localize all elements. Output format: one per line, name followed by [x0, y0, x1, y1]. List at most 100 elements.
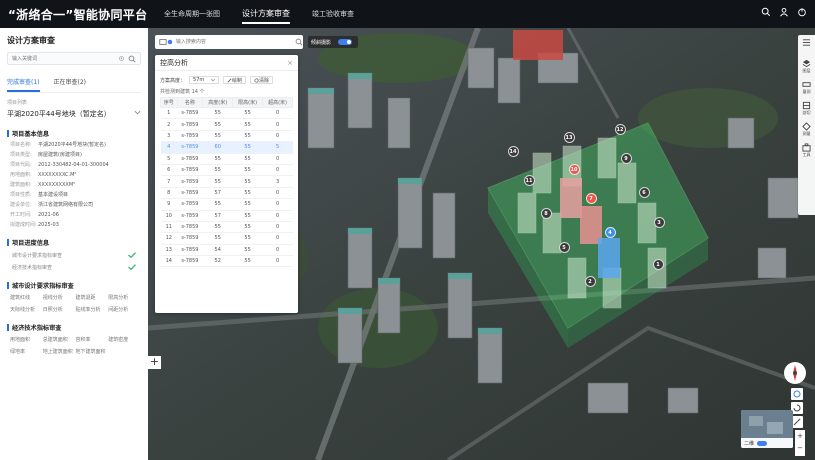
check-icon: [128, 252, 136, 258]
nav-completion-review[interactable]: 竣工验收审查: [312, 0, 354, 28]
city-item[interactable]: 日照分析: [43, 306, 76, 313]
zoom-control: + −: [795, 430, 805, 456]
econ-item[interactable]: 地下建筑面积: [76, 348, 109, 355]
building-marker[interactable]: 13: [563, 131, 575, 143]
column-header: 序号: [160, 97, 178, 108]
table-row[interactable]: 13 s-7859 54 55 0: [160, 244, 293, 257]
toolbox-tool[interactable]: 工具: [799, 143, 814, 164]
table-row[interactable]: 8 s-7859 57 55 0: [160, 187, 293, 200]
table-cell: 6: [160, 164, 178, 177]
nav-lifecycle-map[interactable]: 全生命周期一张图: [164, 0, 220, 28]
search-input[interactable]: [8, 53, 108, 64]
table-cell: 3: [262, 175, 293, 188]
table-row[interactable]: 6 s-7859 55 55 0: [160, 164, 293, 177]
2d-toggle[interactable]: 二维: [741, 438, 793, 448]
draw-button[interactable]: 绘制: [223, 76, 247, 84]
table-cell: 11: [160, 221, 178, 234]
building-marker[interactable]: 2: [584, 275, 596, 287]
building-marker[interactable]: 12: [614, 123, 626, 135]
check-icon: [128, 264, 136, 270]
zoom-in-button[interactable]: +: [795, 430, 805, 442]
table-row[interactable]: 10 s-7859 57 55 0: [160, 210, 293, 222]
settings-icon[interactable]: [118, 55, 125, 62]
econ-item[interactable]: 建筑密度: [108, 336, 141, 343]
table-row[interactable]: 7 s-7859 55 55 3: [160, 175, 293, 188]
table-row[interactable]: 5 s-7859 55 55 0: [160, 153, 293, 165]
building-marker[interactable]: 10: [568, 163, 580, 175]
clear-button[interactable]: 清除: [250, 76, 274, 84]
building-marker[interactable]: 4: [604, 226, 616, 238]
econ-item[interactable]: 地上建筑面积: [43, 348, 76, 355]
main-nav: 全生命周期一张图 设计方案审查 竣工验收审查: [164, 0, 376, 28]
map-search-input[interactable]: [175, 37, 286, 47]
city-item[interactable]: 建筑退距: [76, 294, 109, 301]
building-marker[interactable]: 7: [585, 192, 597, 204]
info-key: 建设单位:: [10, 202, 32, 208]
table-cell: 7: [160, 175, 178, 188]
city-items: 建筑红线 视线分析 建筑退距 限高分析 天际线分析 日照分析 贴线率分析 间距分…: [10, 294, 141, 313]
table-row[interactable]: 4 s-7859 60 55 5: [160, 141, 293, 154]
table-cell: 3: [160, 130, 178, 143]
map-search: [155, 35, 303, 49]
menu-tool[interactable]: [799, 38, 814, 59]
econ-item[interactable]: 绿地率: [10, 348, 43, 355]
city-item[interactable]: 间距分析: [108, 306, 141, 313]
zoom-out-button[interactable]: −: [795, 442, 805, 454]
section-tool[interactable]: 剖切: [799, 101, 814, 122]
table-cell: 55: [202, 221, 233, 234]
building-marker[interactable]: 1: [652, 258, 664, 270]
city-item[interactable]: 贴线率分析: [76, 306, 109, 313]
building-marker[interactable]: 6: [638, 186, 650, 198]
econ-item[interactable]: 总建筑面积: [43, 336, 76, 343]
toggle-switch[interactable]: [338, 39, 353, 45]
city-item[interactable]: 建筑红线: [10, 294, 43, 301]
table-row[interactable]: 1 s-7859 55 55 0: [160, 107, 293, 120]
city-item[interactable]: 视线分析: [43, 294, 76, 301]
table-row[interactable]: 11 s-7859 55 55 0: [160, 221, 293, 234]
search-icon[interactable]: [761, 7, 773, 19]
search-icon[interactable]: [295, 38, 303, 46]
building-marker[interactable]: 5: [558, 241, 570, 253]
table-row[interactable]: 12 s-7859 55 55 0: [160, 232, 293, 245]
map-viewport[interactable]: 1234567891011121314 倾斜摄影 控高分析 × 方案高度： 57…: [148, 28, 815, 460]
layers-icon[interactable]: [159, 38, 167, 46]
table-cell: 0: [262, 118, 293, 131]
toggle-switch[interactable]: [757, 440, 768, 446]
table-row[interactable]: 2 s-7859 55 55 0: [160, 118, 293, 131]
building-marker[interactable]: 11: [523, 174, 535, 186]
project-select[interactable]: 平湖2020平44号地块（暂定名）: [7, 109, 141, 119]
view-button[interactable]: [791, 388, 803, 400]
compass[interactable]: [784, 362, 806, 384]
building-marker[interactable]: 8: [540, 207, 552, 219]
search-icon[interactable]: [128, 55, 136, 63]
econ-item[interactable]: 容积率: [76, 336, 109, 343]
nav-design-review[interactable]: 设计方案审查: [242, 0, 290, 28]
tab-completed[interactable]: 完成审查(1): [7, 75, 40, 92]
close-icon[interactable]: ×: [287, 59, 293, 67]
table-cell: 0: [262, 107, 293, 120]
city-item[interactable]: 天际线分析: [10, 306, 43, 313]
building-marker[interactable]: 3: [653, 216, 665, 228]
info-row: 项目性质: 基本建设项目: [10, 193, 141, 198]
height-select[interactable]: 57m: [189, 76, 220, 84]
layer-tool[interactable]: 图层: [799, 59, 814, 80]
expand-button[interactable]: +: [148, 356, 161, 369]
city-item[interactable]: 限高分析: [108, 294, 141, 301]
section-icon: [802, 101, 811, 110]
table-row[interactable]: 3 s-7859 55 55 0: [160, 130, 293, 143]
econ-item[interactable]: 用地面积: [10, 336, 43, 343]
table-cell: 55: [232, 130, 263, 143]
mini-map[interactable]: 二维: [741, 410, 793, 448]
info-value: 平湖2020平44号地块(暂定名): [38, 142, 106, 148]
table-cell: 0: [262, 244, 293, 257]
survey-tool[interactable]: 测量: [799, 122, 814, 143]
table-row[interactable]: 14 s-7859 52 55 0: [160, 255, 293, 268]
building-marker[interactable]: 14: [507, 145, 519, 157]
table-row[interactable]: 9 s-7859 55 55 0: [160, 198, 293, 211]
power-icon[interactable]: [797, 7, 809, 19]
building-marker[interactable]: 9: [620, 152, 632, 164]
user-icon[interactable]: [779, 7, 791, 19]
oblique-toggle[interactable]: 倾斜摄影: [308, 36, 358, 48]
tab-in-review[interactable]: 正在审查(2): [54, 75, 87, 92]
measure-tool[interactable]: 量测: [799, 80, 814, 101]
